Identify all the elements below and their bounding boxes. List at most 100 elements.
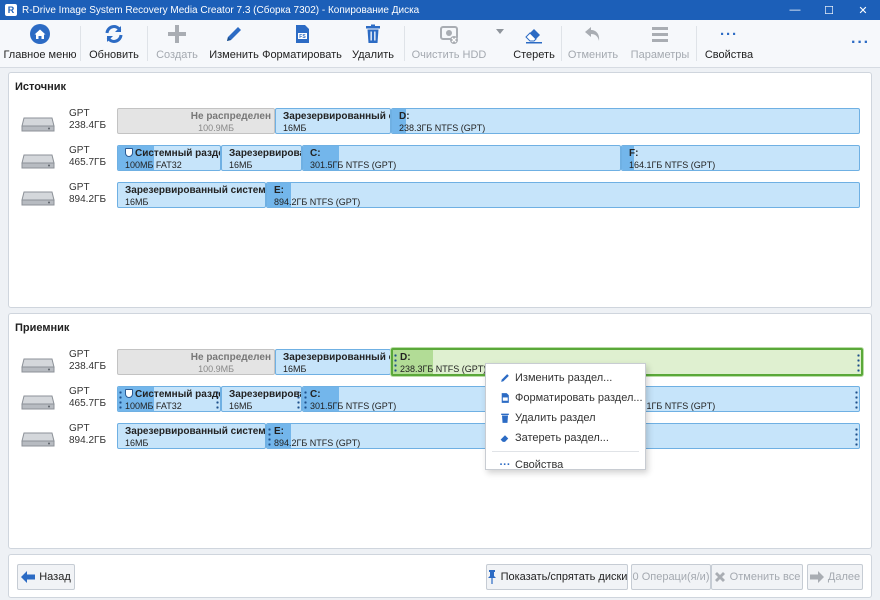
menu-item-properties[interactable]: ··· Свойства [486,455,645,475]
plus-icon [166,21,188,47]
edit-button[interactable]: Изменить [206,20,262,67]
resize-handle-left[interactable] [268,427,271,447]
properties-label: Свойства [704,49,754,61]
maximize-button[interactable]: ☐ [812,0,846,20]
parameters-button[interactable]: Параметры [624,20,696,67]
eraser-icon [498,432,512,444]
source-disk-row[interactable]: GPT 894.2ГБ Зарезервированный системой 16… [9,181,871,209]
disk-info: GPT 238.4ГБ [69,349,107,372]
cancel-all-button[interactable]: Отменить все [711,564,803,590]
partition-reserved[interactable]: Зарезервированный 16МБ [221,386,302,412]
partition-f[interactable]: F: 164.1ГБ NTFS (GPT) [621,145,860,171]
partition-unallocated[interactable]: Не распределен 100.9МБ [117,349,275,375]
format-badge: FS [299,34,306,40]
format-icon [498,392,512,404]
hard-drive-icon [21,432,55,447]
disk-info: GPT 894.2ГБ [69,423,107,446]
menu-item-edit-partition[interactable]: Изменить раздел... [486,368,645,388]
resize-handle-right[interactable] [855,390,858,410]
bottom-bar: Назад Показать/спрятать диски 0 Операци(… [8,554,872,598]
shield-icon [125,148,133,157]
toolbar: Главное меню Обновить Создать Изменить F… [0,20,880,68]
undo-button[interactable]: Отменить [562,20,624,67]
pencil-icon [498,372,512,384]
source-disk-row[interactable]: GPT 465.7ГБ Системный раздел 100МБ FAT32 … [9,144,871,172]
format-icon: FS [291,21,313,47]
resize-handle-left[interactable] [394,353,397,373]
resize-handle-right[interactable] [855,427,858,447]
eraser-icon [523,21,545,47]
show-hide-disks-button[interactable]: Показать/спрятать диски [486,564,628,590]
partition-d[interactable]: D: 238.3ГБ NTFS (GPT) [391,108,860,134]
disk-info: GPT 465.7ГБ [69,145,107,168]
ellipsis-icon: ··· [720,25,738,43]
home-icon [29,21,51,47]
partition-reserved[interactable]: Зарезервированный системой 16МБ [275,108,391,134]
partition-e[interactable]: E: 894.2ГБ NTFS (GPT) [266,182,860,208]
partition-system[interactable]: Системный раздел 100МБ FAT32 [117,386,221,412]
target-panel: Приемник GPT 238.4ГБ Не распределен 100.9… [8,313,872,549]
erase-label: Стереть [513,49,555,61]
chevron-down-icon [496,20,504,43]
resize-handle-left[interactable] [119,390,122,410]
title-bar: R R-Drive Image System Recovery Media Cr… [0,0,880,20]
edit-label: Изменить [209,49,259,61]
target-disk-row[interactable]: GPT 894.2ГБ Зарезервированный системой 16… [9,422,871,450]
menu-item-format-partition[interactable]: Форматировать раздел... [486,388,645,408]
clear-hdd-label: Очистить HDD [411,49,487,61]
partition-reserved[interactable]: Зарезервированный 16МБ [221,145,302,171]
app-logo-icon: R [5,4,17,16]
resize-handle-left[interactable] [304,390,307,410]
hard-drive-icon [21,191,55,206]
partition-c[interactable]: C: 301.5ГБ NTFS (GPT) [302,145,621,171]
partition-reserved[interactable]: Зарезервированный системой 16МБ [117,182,266,208]
clear-hdd-dropdown[interactable] [493,20,507,67]
window-title: R-Drive Image System Recovery Media Crea… [22,4,420,16]
properties-button[interactable]: ··· Свойства [697,20,761,67]
shield-icon [125,389,133,398]
trash-icon [498,412,512,424]
partition-f[interactable]: F: 164.1ГБ NTFS (GPT) [621,386,860,412]
hard-drive-icon [21,358,55,373]
operations-button[interactable]: 0 Операци(я/и) [631,564,711,590]
delete-button[interactable]: Удалить [342,20,404,67]
menu-item-wipe-partition[interactable]: Затереть раздел... [486,428,645,448]
context-menu: Изменить раздел... Форматировать раздел.… [485,363,646,471]
resize-handle-right[interactable] [857,353,860,373]
refresh-button[interactable]: Обновить [81,20,147,67]
menu-lines-icon [649,21,671,47]
menu-divider [492,451,639,452]
home-button[interactable]: Главное меню [0,20,80,67]
back-button[interactable]: Назад [17,564,75,590]
clear-hdd-button[interactable]: Очистить HDD [405,20,493,67]
partition-system[interactable]: Системный раздел 100МБ FAT32 [117,145,221,171]
undo-label: Отменить [567,49,619,61]
create-button[interactable]: Создать [148,20,206,67]
partition-unallocated[interactable]: Не распределен 100.9МБ [117,108,275,134]
refresh-label: Обновить [89,49,139,61]
refresh-icon [103,21,125,47]
arrow-left-icon [21,571,36,583]
clear-hdd-icon [438,21,460,47]
partition-reserved[interactable]: Зарезервированный системой 16МБ [275,349,391,375]
ellipsis-icon: ··· [499,459,511,471]
hard-drive-icon [21,117,55,132]
minimize-button[interactable]: — [778,0,812,20]
format-button[interactable]: FS Форматировать [262,20,342,67]
target-disk-row[interactable]: GPT 238.4ГБ Не распределен 100.9МБ Зарезе… [9,348,871,376]
home-label: Главное меню [3,49,77,61]
source-disk-row[interactable]: GPT 238.4ГБ Не распределен 100.9МБ Зарезе… [9,107,871,135]
more-options-icon[interactable]: ··· [851,34,870,52]
source-panel: Источник GPT 238.4ГБ Не распределен 100.9… [8,72,872,308]
target-disk-row[interactable]: GPT 465.7ГБ Системный раздел 100МБ FAT32 … [9,385,871,413]
partition-reserved[interactable]: Зарезервированный системой 16МБ [117,423,266,449]
hard-drive-icon [21,395,55,410]
erase-button[interactable]: Стереть [507,20,561,67]
parameters-label: Параметры [630,49,690,61]
next-button[interactable]: Далее [807,564,863,590]
undo-icon [582,21,604,47]
source-title: Источник [15,81,67,93]
disk-info: GPT 894.2ГБ [69,182,107,205]
menu-item-delete-partition[interactable]: Удалить раздел [486,408,645,428]
close-button[interactable]: ✕ [846,0,880,20]
